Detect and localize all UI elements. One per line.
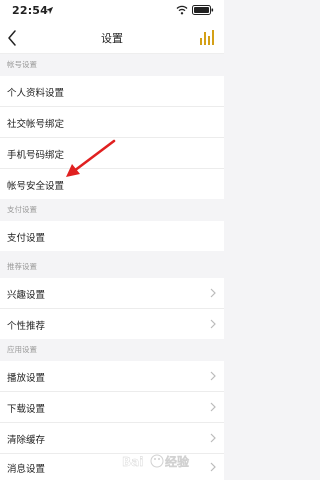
chevron-right-icon: [210, 433, 216, 443]
row-label: 帐号安全设置: [7, 181, 65, 192]
section-header-account: 帐号设置: [0, 54, 224, 76]
location-icon: [45, 6, 54, 15]
section-header-recommendation: 推荐设置: [0, 256, 224, 278]
row-payment-settings[interactable]: 支付设置: [0, 221, 224, 251]
row-profile-settings[interactable]: 个人资料设置: [0, 76, 224, 106]
row-personalized-recommendation[interactable]: 个性推荐: [0, 309, 224, 339]
chevron-right-icon: [210, 402, 216, 412]
row-social-account-binding[interactable]: 社交帐号绑定: [0, 107, 224, 137]
status-time: 22:54: [12, 4, 49, 17]
section-title: 应用设置: [7, 345, 37, 354]
baidu-jingyan-watermark-icon: Bai 经验: [122, 454, 190, 469]
section-title: 支付设置: [7, 205, 37, 214]
row-label: 播放设置: [7, 373, 46, 384]
bars-chart-icon[interactable]: [199, 28, 215, 46]
section-header-app: 应用设置: [0, 339, 224, 361]
chevron-right-icon: [210, 371, 216, 381]
status-bar: 22:54: [0, 0, 224, 22]
chevron-right-icon: [210, 288, 216, 298]
row-interest-settings[interactable]: 兴趣设置: [0, 278, 224, 308]
row-label: 支付设置: [7, 233, 46, 244]
annotation-arrow-icon: [66, 139, 116, 177]
section-title: 推荐设置: [7, 262, 37, 271]
row-label: 社交帐号绑定: [7, 119, 65, 130]
row-playback-settings[interactable]: 播放设置: [0, 361, 224, 391]
row-label: 个性推荐: [7, 321, 46, 332]
section-header-payment: 支付设置: [0, 199, 224, 221]
wifi-icon: [176, 5, 188, 15]
chevron-right-icon: [210, 319, 216, 329]
row-label: 个人资料设置: [7, 88, 65, 99]
section-title: 帐号设置: [7, 60, 37, 69]
svg-text:经验: 经验: [165, 454, 190, 469]
nav-bar: 设置: [0, 22, 224, 54]
row-download-settings[interactable]: 下载设置: [0, 392, 224, 422]
page-title: 设置: [101, 32, 123, 45]
row-label: 清除缓存: [7, 435, 46, 446]
row-label: 消息设置: [7, 464, 46, 475]
battery-icon: [192, 5, 214, 15]
row-label: 兴趣设置: [7, 290, 46, 301]
row-label: 手机号码绑定: [7, 150, 65, 161]
row-label: 下载设置: [7, 404, 46, 415]
svg-text:Bai: Bai: [122, 455, 143, 469]
